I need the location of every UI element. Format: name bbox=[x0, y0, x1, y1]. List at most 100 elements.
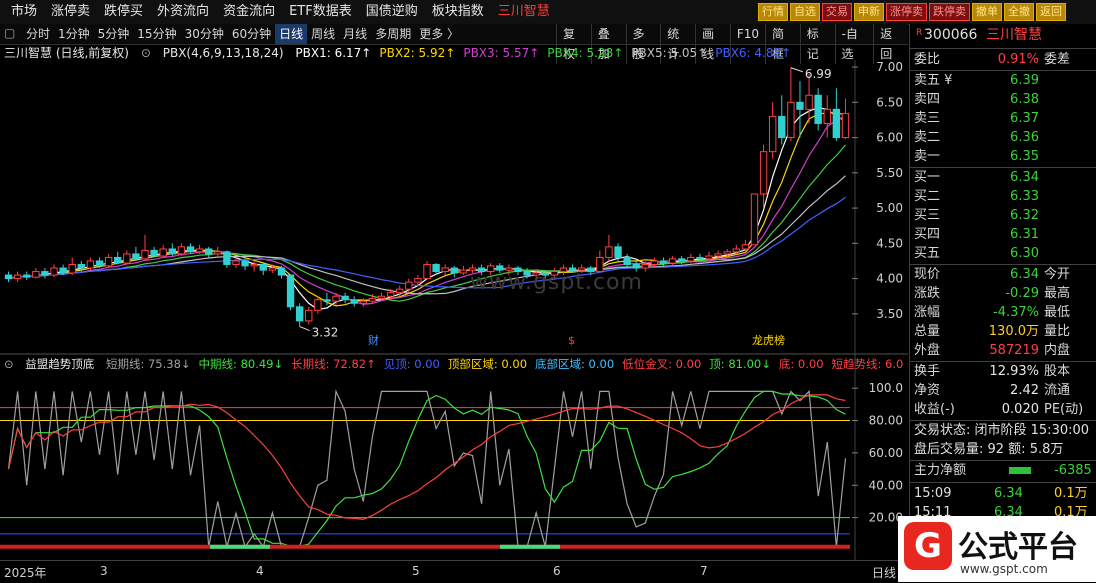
chart-title: 三川智慧 (日线,前复权) bbox=[4, 46, 129, 60]
quote-label: 买一 bbox=[914, 170, 941, 185]
period-tab-5[interactable]: 60分钟 bbox=[228, 24, 275, 44]
quote-label: 卖二 bbox=[914, 130, 941, 145]
candle bbox=[650, 260, 659, 265]
top-button-1[interactable]: 自选 bbox=[790, 3, 820, 21]
period-tab-8[interactable]: 月线 bbox=[339, 24, 371, 44]
menu-item-7[interactable]: 板块指数 bbox=[425, 0, 491, 24]
price-axis-label: 3.50 bbox=[876, 307, 903, 321]
dragon-tiger-marker[interactable]: 龙虎榜 bbox=[752, 333, 785, 347]
candle bbox=[59, 267, 67, 274]
period-tab-3[interactable]: 15分钟 bbox=[133, 24, 180, 44]
top-button-3[interactable]: 申新 bbox=[854, 3, 884, 21]
menu-item-5[interactable]: ETF数据表 bbox=[282, 0, 359, 24]
candle bbox=[814, 94, 822, 124]
pbx-legend-5: PBX5: 5.05↑ bbox=[631, 46, 708, 60]
menu-item-4[interactable]: 资金流向 bbox=[216, 0, 282, 24]
top-button-6[interactable]: 撤单 bbox=[972, 3, 1002, 21]
quote-row: 净资 2.42 流通 bbox=[914, 381, 1094, 400]
period-tab-2[interactable]: 5分钟 bbox=[94, 24, 134, 44]
rating-badge[interactable]: R bbox=[916, 24, 922, 43]
tool-button-7[interactable]: 标记 bbox=[799, 24, 835, 64]
period-tabs: 分时 1分钟 5分钟 15分钟 30分钟 60分钟 日线 周线 月线 多周期 更多 〉 bbox=[22, 24, 463, 44]
osc-axis-label: 80.00 bbox=[869, 414, 903, 428]
period-tab-4[interactable]: 30分钟 bbox=[181, 24, 228, 44]
tool-button-8[interactable]: -自选 bbox=[834, 24, 874, 64]
menu-item-3[interactable]: 外资流向 bbox=[150, 0, 216, 24]
sub-legend-4: 顶部区域: 0.00 bbox=[447, 357, 528, 371]
main-flow-row[interactable]: 主力净额 -6385 bbox=[914, 461, 1094, 480]
candle bbox=[696, 256, 704, 260]
top-button-8[interactable]: 返回 bbox=[1036, 3, 1066, 21]
candle bbox=[277, 267, 286, 276]
candle bbox=[50, 267, 58, 276]
menu-item-8[interactable]: 三川智慧 bbox=[491, 0, 557, 24]
top-button-0[interactable]: 行情 bbox=[758, 3, 788, 21]
quote-value: 6.37 bbox=[1010, 111, 1039, 126]
candle bbox=[150, 249, 158, 257]
period-tab-6[interactable]: 日线 bbox=[275, 24, 308, 44]
candle bbox=[678, 258, 686, 262]
top-button-7[interactable]: 全撤 bbox=[1004, 3, 1034, 21]
menu-item-2[interactable]: 跌停买 bbox=[97, 0, 150, 24]
candle bbox=[114, 256, 122, 264]
period-tab-10[interactable]: 更多 〉 bbox=[415, 24, 463, 44]
quote-value: 6.34 bbox=[1010, 170, 1039, 185]
candle bbox=[841, 113, 850, 139]
quote-label: 收益(-) bbox=[914, 402, 955, 417]
top-menu: 市场 涨停卖 跌停买 外资流向 资金流向 ETF数据表 国债逆购 板块指数 三川智慧 bbox=[4, 0, 557, 24]
indicator-name[interactable]: PBX(4,6,9,13,18,24) bbox=[163, 46, 284, 60]
menu-item-6[interactable]: 国债逆购 bbox=[359, 0, 425, 24]
layout-icon[interactable]: ▢ bbox=[4, 26, 15, 40]
candle bbox=[787, 101, 795, 139]
quote-value: 6.30 bbox=[1010, 246, 1039, 261]
quote-value: 0.91% bbox=[997, 52, 1039, 67]
pbx-legend-2: PBX2: 5.92↑ bbox=[379, 46, 456, 60]
candle bbox=[141, 249, 149, 260]
indicator-settings-icon[interactable]: ⊙ bbox=[141, 46, 151, 60]
period-tab-9[interactable]: 多周期 bbox=[371, 24, 415, 44]
top-button-4[interactable]: 涨停卖 bbox=[886, 3, 927, 21]
trend-bar-green bbox=[500, 544, 560, 549]
sub-settings-icon[interactable]: ⊙ bbox=[4, 357, 14, 371]
finance-marker[interactable]: 财 bbox=[368, 333, 379, 347]
candle bbox=[214, 251, 222, 255]
sub-legend-5: 底部区域: 0.00 bbox=[535, 357, 615, 371]
kline-chart[interactable]: 7.00 6.50 6.00 5.50 5.00 4.50 4.00 3.50 6.99 3.32… bbox=[0, 60, 908, 560]
osc-axis-label: 60.00 bbox=[869, 446, 903, 460]
tool-button-9[interactable]: 返回 bbox=[873, 24, 908, 64]
top-button-5[interactable]: 跌停卖 bbox=[929, 3, 970, 21]
quote-value: 2.42 bbox=[1010, 383, 1039, 398]
quote-row: 现价 6.34 今开 bbox=[914, 265, 1094, 284]
price-axis-label: 5.00 bbox=[876, 201, 903, 215]
quote-label: 买二 bbox=[914, 189, 941, 204]
sub-indicator-title[interactable]: 益盟趋势顶底 bbox=[25, 357, 94, 371]
candle bbox=[95, 260, 104, 267]
quote-label-right: 最低 bbox=[1044, 305, 1071, 320]
candle bbox=[104, 256, 113, 267]
trend-bar-green bbox=[210, 544, 270, 549]
candle bbox=[396, 288, 404, 294]
period-tab-0[interactable]: 分时 bbox=[22, 24, 54, 44]
quote-value: 130.0万 bbox=[988, 324, 1039, 339]
quote-label: 总量 bbox=[914, 324, 941, 339]
candle bbox=[41, 271, 49, 276]
candle bbox=[286, 274, 295, 308]
quote-label: 卖一 bbox=[914, 149, 941, 164]
candle bbox=[250, 263, 258, 267]
tick-volume: 0.1万 bbox=[1054, 486, 1088, 501]
period-tab-7[interactable]: 周线 bbox=[307, 24, 339, 44]
candle bbox=[832, 108, 841, 139]
price-axis-label: 6.50 bbox=[876, 95, 903, 109]
quote-row: 外盘 587219 内盘 bbox=[914, 341, 1094, 360]
top-button-2[interactable]: 交易 bbox=[822, 3, 852, 21]
quote-value: 6.39 bbox=[1010, 73, 1039, 88]
quote-label: 卖五 ¥ bbox=[914, 73, 953, 88]
quote-label: 卖三 bbox=[914, 111, 941, 126]
menu-item-0[interactable]: 市场 bbox=[4, 0, 44, 24]
brand-g-icon: G bbox=[904, 522, 952, 570]
quote-label: 净资 bbox=[914, 383, 941, 398]
period-tab-1[interactable]: 1分钟 bbox=[54, 24, 94, 44]
candle bbox=[377, 295, 386, 299]
menu-item-1[interactable]: 涨停卖 bbox=[44, 0, 97, 24]
dividend-marker[interactable]: $ bbox=[568, 334, 575, 347]
